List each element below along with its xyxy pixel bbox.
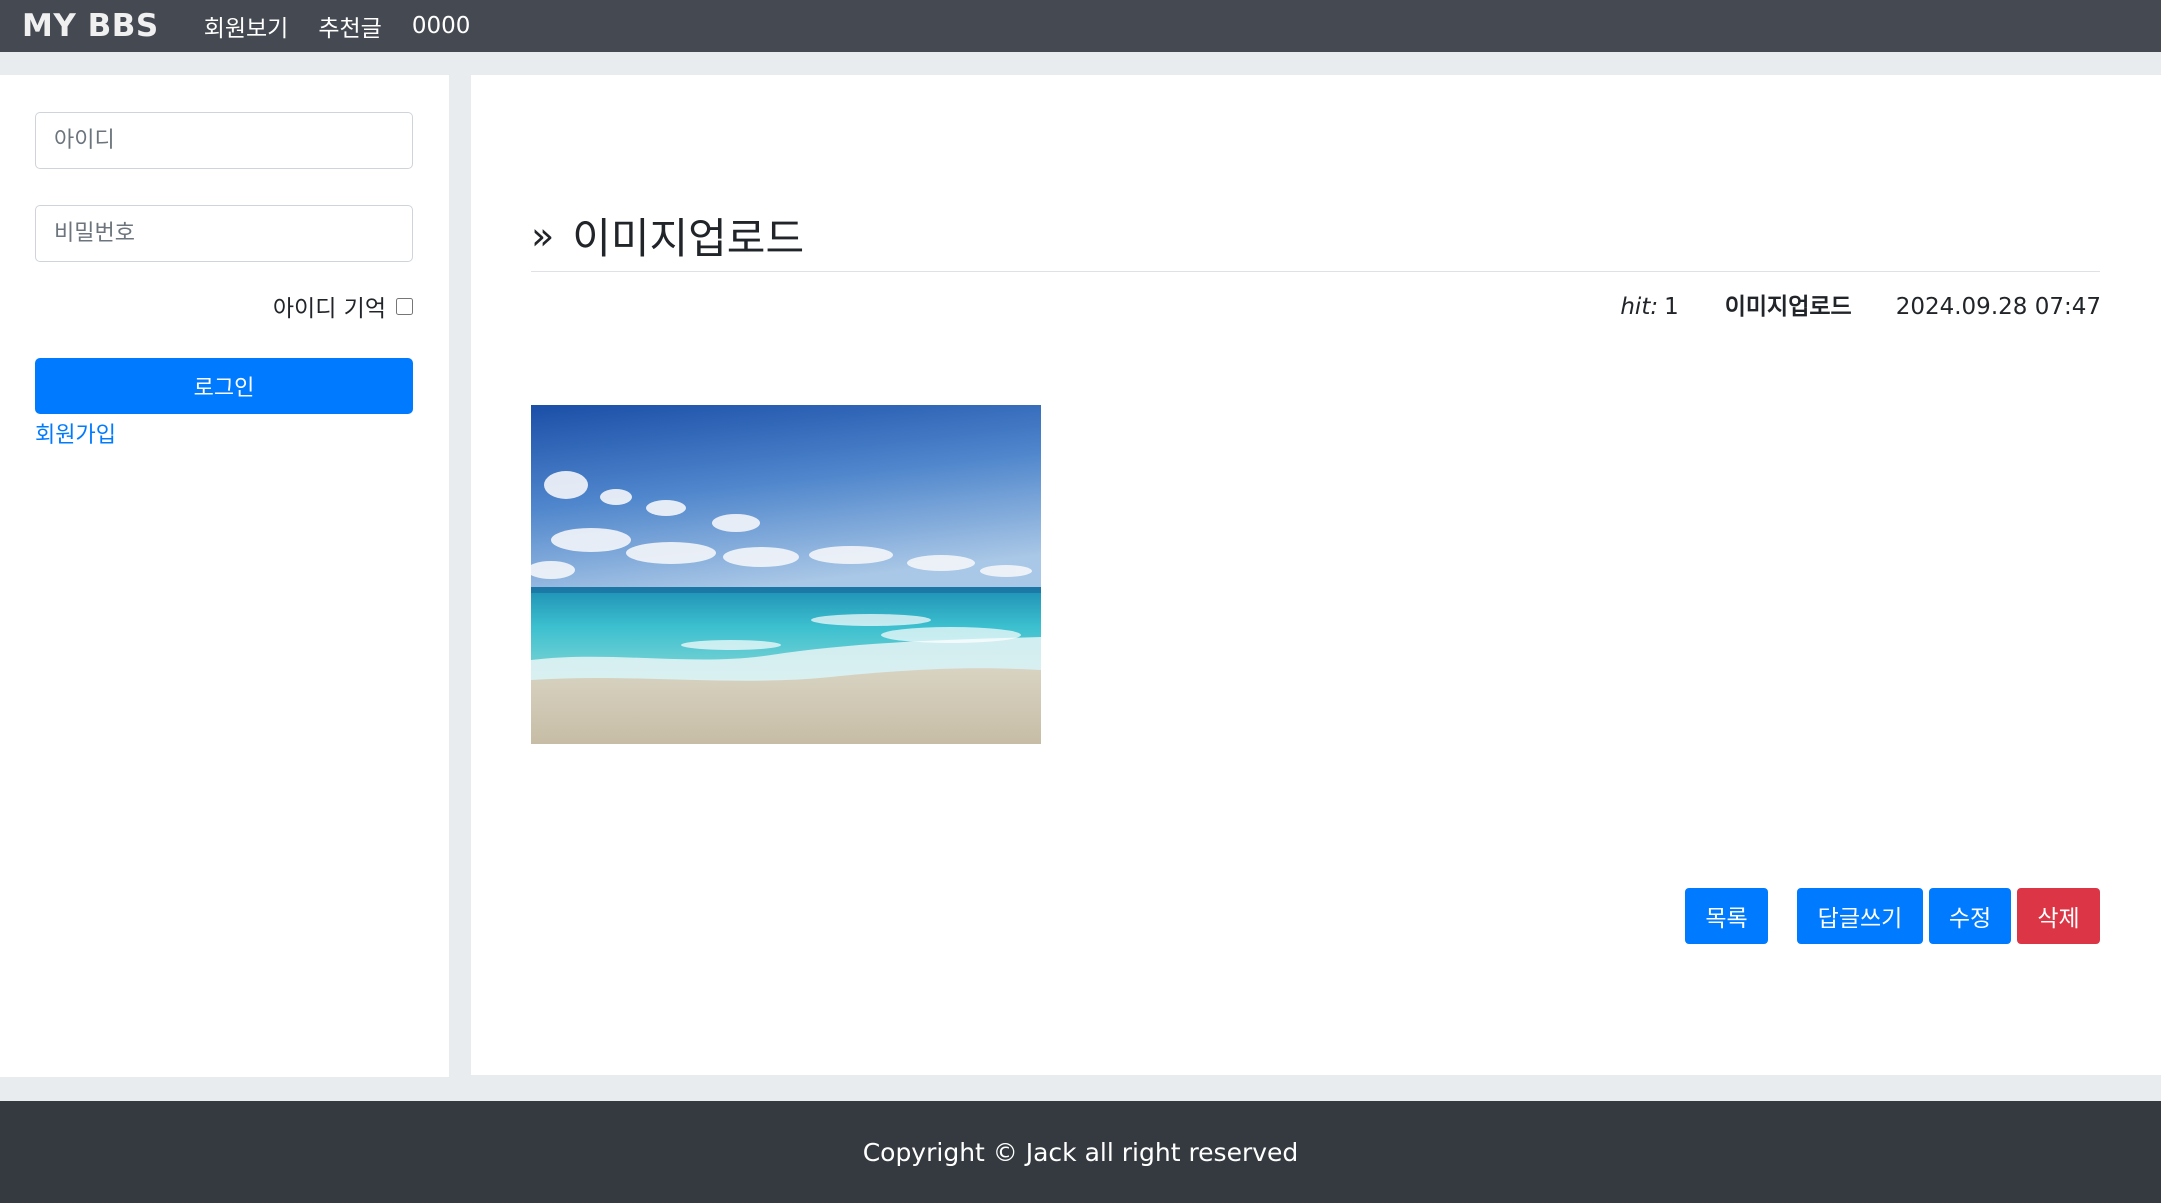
edit-button[interactable]: 수정 [1929,888,2011,944]
hit-count: 1 [1664,294,1679,320]
post-title-text: 이미지업로드 [572,214,805,263]
post-actions: 목록 답글쓰기 수정 삭제 [471,888,2161,944]
nav-link-0000[interactable]: 0000 [412,13,471,39]
title-divider [531,271,2100,272]
nav-link-members[interactable]: 회원보기 [204,9,289,43]
double-chevron-icon: » [531,213,555,258]
reply-button[interactable]: 답글쓰기 [1797,888,1923,944]
copyright-text: Copyright © Jack all right reserved [862,1137,1299,1167]
signup-link[interactable]: 회원가입 [35,417,116,449]
password-input[interactable] [35,205,413,262]
beach-image [531,405,1041,744]
login-button[interactable]: 로그인 [35,358,413,414]
page-footer: Copyright © Jack all right reserved [0,1101,2161,1203]
beach-photo-graphic [531,405,1041,744]
post-view: » 이미지업로드 hit: 1 이미지업로드 2024.09.28 07:47 [471,75,2161,1075]
list-button[interactable]: 목록 [1685,888,1768,944]
hit-label: hit: [1620,294,1659,320]
post-author: 이미지업로드 [1724,294,1852,320]
post-title: » 이미지업로드 [531,205,804,266]
nav-link-recommended[interactable]: 추천글 [318,9,381,43]
top-navbar: MY BBS 회원보기 추천글 0000 [0,0,2161,52]
remember-id-label: 아이디 기억 [272,296,386,322]
delete-button[interactable]: 삭제 [2017,888,2100,944]
post-meta: hit: 1 이미지업로드 2024.09.28 07:47 [1620,287,2101,321]
login-sidebar: 아이디 기억 로그인 회원가입 [0,75,449,1077]
remember-id-checkbox[interactable] [396,297,413,315]
post-date: 2024.09.28 07:47 [1895,294,2101,320]
username-input[interactable] [35,112,413,169]
site-brand[interactable]: MY BBS [22,8,159,44]
remember-id-option[interactable]: 아이디 기억 [273,289,413,323]
